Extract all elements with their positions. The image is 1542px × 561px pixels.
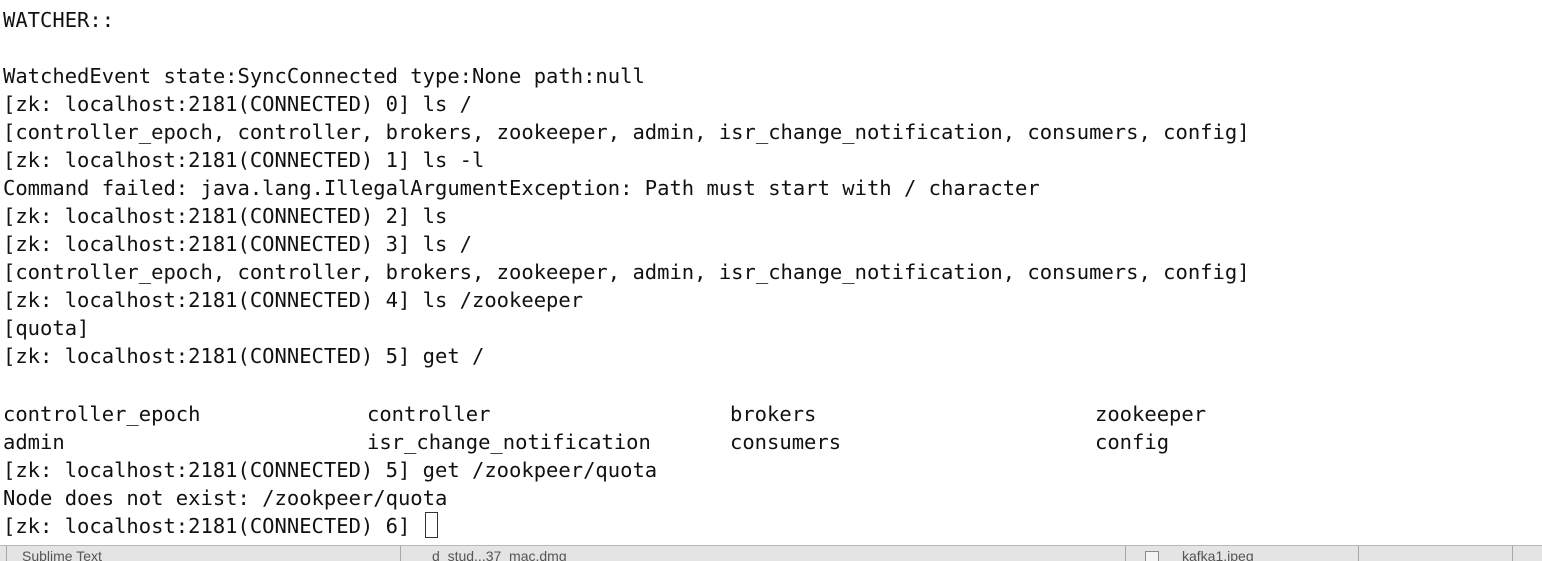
prompt-line: [zk: localhost:2181(CONNECTED) 0] ls / xyxy=(3,92,472,116)
output-line: [controller_epoch, controller, brokers, … xyxy=(3,120,1250,144)
grid-row: controller_epoch controller brokers zook… xyxy=(3,400,1503,428)
output-line: [controller_epoch, controller, brokers, … xyxy=(3,260,1250,284)
dock-item-dmg[interactable]: d_stud...37_mac.dmg xyxy=(432,549,567,561)
grid-cell: brokers xyxy=(730,402,817,426)
grid-cell: consumers xyxy=(730,430,842,454)
grid-cell: controller_epoch xyxy=(3,402,201,426)
output-line: WATCHER:: xyxy=(3,8,115,32)
prompt-line: [zk: localhost:2181(CONNECTED) 2] ls xyxy=(3,204,448,228)
grid-cell: admin xyxy=(3,430,65,454)
current-prompt-line[interactable]: [zk: localhost:2181(CONNECTED) 6] xyxy=(3,512,438,540)
separator xyxy=(1512,546,1513,561)
prompt-line: [zk: localhost:2181(CONNECTED) 5] get / xyxy=(3,344,485,368)
grid-cell: zookeeper xyxy=(1095,402,1207,426)
error-line: Node does not exist: /zookpeer/quota xyxy=(3,486,448,510)
prompt-line: [zk: localhost:2181(CONNECTED) 5] get /z… xyxy=(3,458,658,482)
prompt-line: [zk: localhost:2181(CONNECTED) 3] ls / xyxy=(3,232,472,256)
grid-cell: controller xyxy=(367,402,491,426)
error-line: Command failed: java.lang.IllegalArgumen… xyxy=(3,176,1040,200)
separator xyxy=(1358,546,1359,561)
prompt-line: [zk: localhost:2181(CONNECTED) 1] ls -l xyxy=(3,148,485,172)
grid-cell: config xyxy=(1095,430,1170,454)
prompt-line: [zk: localhost:2181(CONNECTED) 4] ls /zo… xyxy=(3,288,584,312)
output-line: [quota] xyxy=(3,316,90,340)
prompt-text: [zk: localhost:2181(CONNECTED) 6] xyxy=(3,514,423,538)
dock-item-sublime[interactable]: Sublime Text xyxy=(22,549,102,561)
text-cursor[interactable] xyxy=(424,512,438,538)
separator xyxy=(400,546,401,561)
download-bar: Sublime Text d_stud...37_mac.dmg kafka1.… xyxy=(0,545,1542,561)
grid-cell: isr_change_notification xyxy=(367,430,651,454)
grid-row: admin isr_change_notification consumers … xyxy=(3,428,1503,456)
output-line: WatchedEvent state:SyncConnected type:No… xyxy=(3,64,645,88)
terminal-window[interactable]: WATCHER:: WatchedEvent state:SyncConnect… xyxy=(0,0,1542,545)
get-output-grid: controller_epoch controller brokers zook… xyxy=(3,400,1503,456)
dock-item-kafka[interactable]: kafka1.jpeg xyxy=(1182,549,1254,561)
separator xyxy=(6,546,7,561)
separator xyxy=(1125,546,1126,561)
